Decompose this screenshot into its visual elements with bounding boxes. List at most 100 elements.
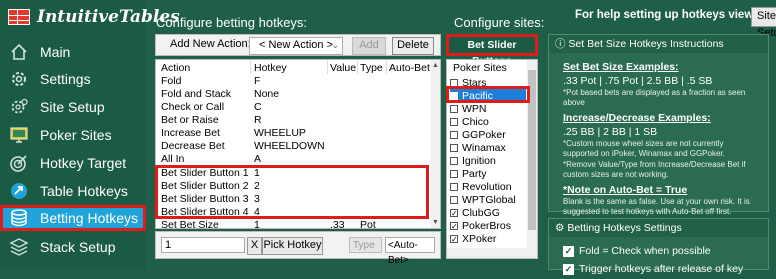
- examples-line: .33 Pot | .75 Pot | 2.5 BB | .5 SB: [563, 75, 713, 87]
- bet-slider-buttons-button[interactable]: Bet Slider Buttons: [446, 34, 538, 67]
- checkbox-checked-icon[interactable]: ✓: [450, 234, 458, 243]
- checkbox[interactable]: [450, 104, 458, 113]
- cell-action: Fold and Stack: [161, 88, 232, 100]
- checkbox[interactable]: [450, 182, 458, 191]
- cell-action: Decrease Bet: [161, 140, 225, 152]
- sidebar-item-settings[interactable]: Settings: [0, 66, 146, 92]
- home-icon: [6, 41, 32, 63]
- cell-hotkey: R: [254, 114, 262, 126]
- database-icon: [6, 207, 32, 229]
- sidebar-item-stack-setup[interactable]: Stack Setup: [0, 234, 146, 260]
- sidebar-item-label: Betting Hotkeys: [40, 210, 139, 226]
- sidebar-item-poker-sites[interactable]: Poker Sites: [0, 122, 146, 148]
- arrow-circle-icon: [6, 180, 32, 202]
- site-item-pokerbros[interactable]: ✓ PokerBros: [450, 219, 526, 232]
- settings-title: Betting Hotkeys Settings: [567, 222, 682, 234]
- checkbox[interactable]: [450, 117, 458, 126]
- sidebar-item-label: Site Setup: [40, 99, 105, 115]
- column-divider: [250, 60, 251, 74]
- site-item-clubgg[interactable]: ✓ ClubGG: [450, 206, 526, 219]
- column-header-hotkey[interactable]: Hotkey: [254, 62, 287, 74]
- checkbox[interactable]: [450, 130, 458, 139]
- app-window: IntuitiveTables Main Settings Site Setup: [0, 0, 776, 275]
- instructions-title: Set Bet Size Hotkeys Instructions: [568, 38, 724, 50]
- cell-hotkey: F: [254, 75, 261, 87]
- table-scrollbar[interactable]: ▲ ▼: [431, 60, 440, 228]
- cell-action: All In: [161, 153, 185, 165]
- hotkey-input[interactable]: 1: [161, 237, 245, 253]
- checkbox[interactable]: [450, 169, 458, 178]
- target-icon: [6, 152, 32, 174]
- site-name: Revolution: [462, 180, 512, 193]
- gear-icon: [6, 68, 32, 90]
- delete-button[interactable]: Delete: [392, 37, 434, 55]
- gears-icon: [6, 96, 32, 118]
- column-header-autobet[interactable]: Auto-Bet: [389, 62, 430, 74]
- site-item-xpoker[interactable]: ✓ XPoker: [450, 232, 526, 245]
- pick-hotkey-button[interactable]: Pick Hotkey: [262, 237, 323, 255]
- site-item-chico[interactable]: Chico: [450, 115, 526, 128]
- table-header: Action Hotkey Value Type Auto-Bet: [156, 60, 440, 74]
- sidebar-item-label: Hotkey Target: [40, 155, 127, 171]
- instructions-title-bar: ⓘ Set Bet Size Hotkeys Instructions: [549, 35, 768, 53]
- checkbox[interactable]: [450, 195, 458, 204]
- add-button[interactable]: Add: [352, 37, 386, 55]
- site-item-party[interactable]: Party: [450, 167, 526, 180]
- site-name: WPN: [462, 102, 487, 115]
- cell-type: Pot: [360, 219, 376, 229]
- autobet-select[interactable]: <Auto-Bet>: [385, 237, 435, 266]
- scroll-down-icon[interactable]: ▼: [432, 219, 439, 226]
- sidebar-item-main[interactable]: Main: [0, 39, 146, 65]
- add-new-action-label: Add New Action:: [170, 38, 251, 50]
- checkbox-checked-icon[interactable]: ✓: [450, 221, 458, 230]
- cell-action: Check or Call: [161, 101, 225, 113]
- highlight-bet-slider-rows: [155, 165, 429, 219]
- site-item-revolution[interactable]: Revolution: [450, 180, 526, 193]
- site-item-wpn[interactable]: WPN: [450, 102, 526, 115]
- sites-horizontal-scrollbar[interactable]: [447, 248, 537, 258]
- site-setup-button[interactable]: Site Setup: [751, 7, 776, 39]
- table-row[interactable]: Bet or Raise R: [156, 114, 432, 127]
- sidebar-item-table-hotkeys[interactable]: Table Hotkeys: [0, 178, 146, 204]
- clear-hotkey-button[interactable]: X: [247, 237, 262, 255]
- site-item-wptglobal[interactable]: WPTGlobal: [450, 193, 526, 206]
- betting-settings-panel: ⚙ Betting Hotkeys Settings ✓ Fold = Check…: [548, 218, 769, 275]
- column-divider: [386, 60, 387, 74]
- sidebar-item-hotkey-target[interactable]: Hotkey Target: [0, 150, 146, 176]
- table-row[interactable]: Increase Bet WHEELUP: [156, 127, 432, 140]
- sidebar-item-label: Stack Setup: [40, 239, 116, 255]
- table-row[interactable]: Fold and Stack None: [156, 88, 432, 101]
- type-select[interactable]: Type: [349, 237, 382, 253]
- fold-check-option[interactable]: ✓ Fold = Check when possible: [563, 245, 754, 257]
- table-row[interactable]: Set Bet Size 1 .33 Pot: [156, 219, 432, 229]
- cell-action: Bet or Raise: [161, 114, 219, 126]
- checkbox[interactable]: [450, 143, 458, 152]
- column-header-value[interactable]: Value: [330, 62, 356, 74]
- site-item-ggpoker[interactable]: GGPoker: [450, 128, 526, 141]
- trigger-release-option[interactable]: ✓ Trigger hotkeys after release of key: [563, 263, 754, 275]
- checkbox-checked-icon[interactable]: ✓: [450, 208, 458, 217]
- site-item-ignition[interactable]: Ignition: [450, 154, 526, 167]
- checkbox[interactable]: [450, 156, 458, 165]
- checkbox-checked-icon[interactable]: ✓: [563, 245, 574, 257]
- cell-action: Increase Bet: [161, 127, 220, 139]
- table-row[interactable]: Decrease Bet WHEELDOWN: [156, 140, 432, 153]
- table-row[interactable]: Check or Call C: [156, 101, 432, 114]
- column-header-type[interactable]: Type: [360, 62, 383, 74]
- sidebar-item-label: Poker Sites: [40, 127, 112, 143]
- sidebar-item-betting-hotkeys[interactable]: Betting Hotkeys: [0, 205, 146, 231]
- site-name: Chico: [462, 115, 489, 128]
- cell-action: Fold: [161, 75, 182, 87]
- site-name: PokerBros: [462, 219, 512, 232]
- column-header-action[interactable]: Action: [161, 62, 190, 74]
- site-item-winamax[interactable]: Winamax: [450, 141, 526, 154]
- sidebar-item-site-setup[interactable]: Site Setup: [0, 94, 146, 120]
- incdec-note-1: *Custom mouse wheel sizes are not curren…: [563, 139, 725, 158]
- scroll-up-icon[interactable]: ▲: [432, 62, 439, 69]
- column-divider: [327, 60, 328, 74]
- help-text: For help setting up hotkeys view ->: [575, 9, 768, 21]
- table-row[interactable]: Fold F: [156, 75, 432, 88]
- sites-header: Configure sites:: [454, 15, 545, 30]
- new-action-select[interactable]: < New Action > ⌄: [249, 37, 343, 55]
- checkbox-checked-icon[interactable]: ✓: [563, 263, 574, 275]
